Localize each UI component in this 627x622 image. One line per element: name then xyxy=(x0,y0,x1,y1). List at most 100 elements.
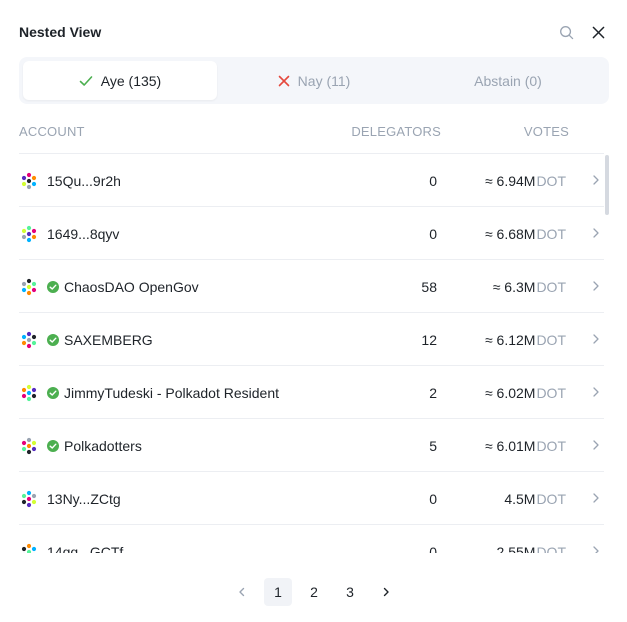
chevron-right-icon xyxy=(593,228,599,238)
votes-cell: ≈ 6.94M DOT xyxy=(485,154,566,207)
account-cell: SAXEMBERG xyxy=(47,313,153,366)
votes-unit: DOT xyxy=(536,278,566,295)
chevron-right-icon xyxy=(593,175,599,185)
chevron-left-icon xyxy=(239,587,245,597)
list-scrollbar[interactable] xyxy=(605,155,609,215)
votes-value: ≈ 6.02M xyxy=(484,384,536,401)
votes-cell: ≈ 6.01M DOT xyxy=(485,419,566,472)
account-cell: ChaosDAO OpenGov xyxy=(47,260,199,313)
account-cell: Polkadotters xyxy=(47,419,142,472)
account-list: 15Qu...9r2h 0 ≈ 6.94M DOT 1649...8qyv 0 ≈… xyxy=(19,153,611,553)
identicon-icon xyxy=(21,384,37,402)
identicon-icon xyxy=(21,437,37,455)
votes-unit: DOT xyxy=(536,225,566,242)
tab-nay[interactable]: Nay (11) xyxy=(217,61,411,100)
votes-unit: DOT xyxy=(536,331,566,348)
page-title: Nested View xyxy=(19,24,102,40)
prev-page-button[interactable] xyxy=(228,578,256,606)
close-icon xyxy=(592,26,604,38)
table-row[interactable]: 1649...8qyv 0 ≈ 6.68M DOT xyxy=(19,206,604,259)
delegators-count: 12 xyxy=(421,331,437,348)
identicon-icon xyxy=(21,225,37,243)
verified-icon xyxy=(47,386,59,399)
tab-aye-label: Aye (135) xyxy=(100,72,162,89)
account-cell: 13Ny...ZCtg xyxy=(47,472,121,525)
votes-cell: ≈ 6.02M DOT xyxy=(485,366,566,419)
votes-cell: ≈ 6.68M DOT xyxy=(485,207,566,260)
votes-cell: ≈ 6.3M DOT xyxy=(493,260,566,313)
table-row[interactable]: 14qq...GCTf 0 2.55M DOT xyxy=(19,524,604,553)
account-cell: 1649...8qyv xyxy=(47,207,119,260)
table-row[interactable]: ChaosDAO OpenGov 58 ≈ 6.3M DOT xyxy=(19,259,604,312)
account-name: JimmyTudeski - Polkadot Resident xyxy=(64,384,280,401)
tab-nay-label: Nay (11) xyxy=(297,72,351,89)
verified-icon xyxy=(47,439,59,452)
account-name: ChaosDAO OpenGov xyxy=(64,278,199,295)
identicon-icon xyxy=(21,490,37,508)
column-votes: VOTES xyxy=(523,124,569,139)
account-name: SAXEMBERG xyxy=(64,331,153,348)
vote-tabs: Aye (135) Nay (11) Abstain (0) xyxy=(19,57,609,104)
account-name: 15Qu...9r2h xyxy=(47,172,121,189)
table-row[interactable]: 13Ny...ZCtg 0 4.5M DOT xyxy=(19,471,604,524)
chevron-right-icon xyxy=(593,440,599,450)
delegators-count: 5 xyxy=(429,437,437,454)
votes-unit: DOT xyxy=(536,437,566,454)
delegators-count: 0 xyxy=(429,490,437,507)
verified-icon xyxy=(47,280,59,293)
header-actions xyxy=(557,23,607,41)
identicon-icon xyxy=(21,278,37,296)
account-cell: 14qq...GCTf xyxy=(47,525,124,554)
tab-abstain-label: Abstain (0) xyxy=(474,72,542,89)
votes-unit: DOT xyxy=(536,490,566,507)
votes-unit: DOT xyxy=(536,543,566,554)
account-name: Polkadotters xyxy=(64,437,142,454)
votes-value: ≈ 6.01M xyxy=(484,437,536,454)
modal-header: Nested View xyxy=(19,22,607,42)
column-account: ACCOUNT xyxy=(19,124,85,139)
table-header: ACCOUNT DELEGATORS VOTES xyxy=(19,122,604,142)
account-name: 13Ny...ZCtg xyxy=(47,490,121,507)
table-row[interactable]: 15Qu...9r2h 0 ≈ 6.94M DOT xyxy=(19,153,604,206)
votes-value: ≈ 6.3M xyxy=(492,278,536,295)
column-delegators: DELEGATORS xyxy=(351,124,441,139)
votes-value: ≈ 6.94M xyxy=(484,172,536,189)
page-2-button[interactable]: 2 xyxy=(300,578,328,606)
close-button[interactable] xyxy=(589,23,607,41)
delegators-count: 0 xyxy=(429,225,437,242)
chevron-right-icon xyxy=(593,334,599,344)
chevron-right-icon xyxy=(593,281,599,291)
chevron-right-icon xyxy=(593,546,599,553)
check-icon xyxy=(79,75,93,86)
tab-abstain[interactable]: Abstain (0) xyxy=(411,61,605,100)
search-button[interactable] xyxy=(557,23,575,41)
next-page-button[interactable] xyxy=(372,578,400,606)
votes-unit: DOT xyxy=(536,172,566,189)
delegators-count: 0 xyxy=(429,543,437,554)
delegators-count: 0 xyxy=(429,172,437,189)
chevron-right-icon xyxy=(593,493,599,503)
account-cell: JimmyTudeski - Polkadot Resident xyxy=(47,366,279,419)
votes-value: ≈ 6.68M xyxy=(484,225,536,242)
votes-cell: 4.5M DOT xyxy=(504,472,566,525)
votes-value: 4.5M xyxy=(504,490,536,507)
votes-value: 2.55M xyxy=(496,543,536,554)
identicon-icon xyxy=(21,331,37,349)
table-row[interactable]: SAXEMBERG 12 ≈ 6.12M DOT xyxy=(19,312,604,365)
search-icon xyxy=(559,25,573,39)
table-row[interactable]: JimmyTudeski - Polkadot Resident 2 ≈ 6.0… xyxy=(19,365,604,418)
account-name: 1649...8qyv xyxy=(47,225,120,242)
chevron-right-icon xyxy=(593,387,599,397)
votes-cell: ≈ 6.12M DOT xyxy=(485,313,566,366)
tab-aye[interactable]: Aye (135) xyxy=(23,61,217,100)
pagination: 1 2 3 xyxy=(228,578,400,606)
votes-value: ≈ 6.12M xyxy=(484,331,536,348)
delegators-count: 2 xyxy=(429,384,437,401)
page-1-button[interactable]: 1 xyxy=(264,578,292,606)
identicon-icon xyxy=(21,543,37,553)
page-3-button[interactable]: 3 xyxy=(336,578,364,606)
account-cell: 15Qu...9r2h xyxy=(47,154,121,207)
account-name: 14qq...GCTf xyxy=(47,543,124,554)
votes-cell: 2.55M DOT xyxy=(496,525,566,554)
table-row[interactable]: Polkadotters 5 ≈ 6.01M DOT xyxy=(19,418,604,471)
